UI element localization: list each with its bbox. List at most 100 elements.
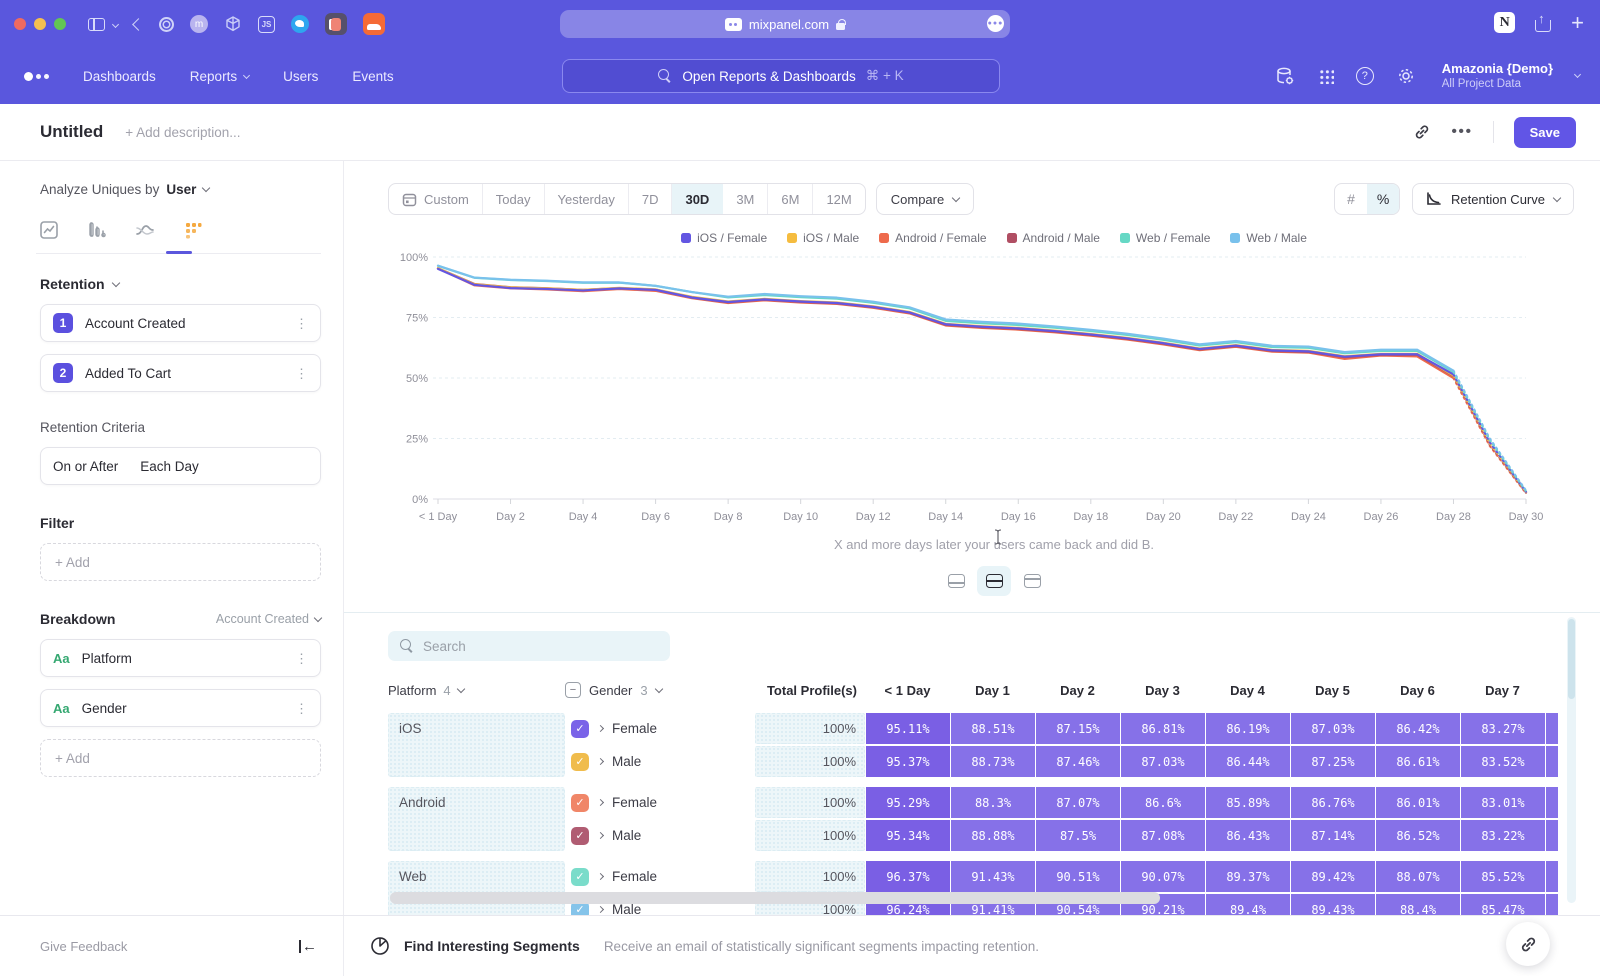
kebab-menu-icon[interactable]: ⋮ bbox=[295, 652, 308, 665]
nav-reports[interactable]: Reports bbox=[190, 69, 249, 84]
settings-gear-icon[interactable] bbox=[1396, 66, 1416, 86]
expand-chevron-icon[interactable] bbox=[597, 873, 604, 880]
platform-group-cell[interactable]: Android bbox=[388, 787, 565, 851]
legend-item[interactable]: iOS / Female bbox=[681, 231, 767, 245]
zoom-window-button[interactable] bbox=[54, 18, 66, 30]
retention-value-cell[interactable]: 86.19% bbox=[1206, 713, 1290, 744]
back-icon[interactable] bbox=[132, 18, 145, 31]
retention-value-cell[interactable]: 83.52% bbox=[1461, 746, 1545, 777]
criteria-mode[interactable]: On or After bbox=[53, 459, 118, 474]
find-segments-button[interactable]: Find Interesting Segments bbox=[404, 938, 580, 954]
count-toggle[interactable]: # bbox=[1335, 184, 1367, 214]
retention-value-cell[interactable]: 88.73% bbox=[951, 746, 1035, 777]
apps-grid-icon[interactable] bbox=[1318, 68, 1334, 84]
extension-icon-ring[interactable] bbox=[159, 17, 174, 32]
filter-add-button[interactable]: + Add bbox=[40, 543, 321, 581]
retention-value-cell[interactable]: 89.4% bbox=[1206, 894, 1290, 915]
retention-value-cell[interactable]: 88.4% bbox=[1376, 894, 1460, 915]
col-day-label[interactable]: < 1 Day bbox=[865, 683, 950, 698]
retention-value-cell[interactable]: 86.81% bbox=[1121, 713, 1205, 744]
new-tab-icon[interactable]: + bbox=[1571, 14, 1584, 32]
copy-link-icon[interactable] bbox=[1413, 123, 1431, 141]
retention-value-cell[interactable]: 96.37% bbox=[866, 861, 950, 892]
url-bar[interactable]: mixpanel.com ●●● bbox=[560, 10, 1010, 38]
nav-users[interactable]: Users bbox=[283, 69, 318, 84]
layout-table-only-button[interactable] bbox=[1015, 566, 1049, 596]
range-custom[interactable]: Custom bbox=[389, 184, 483, 214]
retention-value-cell[interactable]: 86.6% bbox=[1121, 787, 1205, 818]
legend-item[interactable]: Android / Female bbox=[879, 231, 986, 245]
retention-value-cell[interactable]: 88.51% bbox=[951, 713, 1035, 744]
retention-value-cell[interactable]: 95.11% bbox=[866, 713, 950, 744]
range-today[interactable]: Today bbox=[483, 184, 545, 214]
range-3m[interactable]: 3M bbox=[723, 184, 768, 214]
breakdown-add-button[interactable]: + Add bbox=[40, 739, 321, 777]
expand-chevron-icon[interactable] bbox=[597, 725, 604, 732]
extension-icon-soundcloud[interactable] bbox=[363, 13, 385, 35]
retention-value-cell[interactable]: 87.46% bbox=[1036, 746, 1120, 777]
retention-value-cell[interactable]: 86.76% bbox=[1291, 787, 1375, 818]
tab-funnels-icon[interactable] bbox=[84, 219, 110, 241]
description-placeholder[interactable]: + Add description... bbox=[125, 125, 1413, 140]
retention-value-cell[interactable]: 85.47% bbox=[1461, 894, 1545, 915]
give-feedback-link[interactable]: Give Feedback bbox=[40, 939, 127, 954]
retention-value-cell[interactable]: 87.03% bbox=[1121, 746, 1205, 777]
col-day-label[interactable]: Day 6 bbox=[1375, 683, 1460, 698]
retention-value-cell[interactable]: 89.43% bbox=[1291, 894, 1375, 915]
series-checkbox[interactable]: ✓ bbox=[571, 827, 589, 845]
retention-value-cell[interactable]: 88.3% bbox=[951, 787, 1035, 818]
expand-chevron-icon[interactable] bbox=[597, 906, 604, 913]
retention-value-cell[interactable]: 88.88% bbox=[951, 820, 1035, 851]
col-day-label[interactable]: Day 1 bbox=[950, 683, 1035, 698]
platform-group-cell[interactable]: iOS bbox=[388, 713, 565, 777]
breakdown-gender[interactable]: Aa Gender ⋮ bbox=[40, 689, 321, 727]
retention-value-cell[interactable]: 87.15% bbox=[1036, 713, 1120, 744]
col-day-label[interactable]: Day 7 bbox=[1460, 683, 1545, 698]
minimize-window-button[interactable] bbox=[34, 18, 46, 30]
retention-value-cell[interactable]: 87.08% bbox=[1121, 820, 1205, 851]
tab-insights-icon[interactable] bbox=[36, 219, 62, 241]
retention-value-cell[interactable]: 85.89% bbox=[1206, 787, 1290, 818]
extension-icon-bird[interactable] bbox=[291, 15, 309, 33]
range-30d[interactable]: 30D bbox=[672, 184, 723, 214]
kebab-menu-icon[interactable]: ⋮ bbox=[295, 317, 308, 330]
series-checkbox[interactable]: ✓ bbox=[571, 720, 589, 738]
retention-criteria-control[interactable]: On or After Each Day bbox=[40, 447, 321, 485]
retention-value-cell[interactable]: 87.07% bbox=[1036, 787, 1120, 818]
retention-value-cell[interactable]: 87.03% bbox=[1291, 713, 1375, 744]
kebab-menu-icon[interactable]: ⋮ bbox=[295, 367, 308, 380]
percent-toggle[interactable]: % bbox=[1367, 184, 1399, 214]
retention-value-cell[interactable]: 86.52% bbox=[1376, 820, 1460, 851]
url-options-icon[interactable]: ●●● bbox=[987, 15, 1004, 32]
extension-icon-cube[interactable] bbox=[224, 15, 242, 33]
retention-value-cell[interactable]: 83.27% bbox=[1461, 713, 1545, 744]
global-search-button[interactable]: Open Reports & Dashboards ⌘ + K bbox=[562, 59, 1000, 93]
range-7d[interactable]: 7D bbox=[629, 184, 673, 214]
col-total-label[interactable]: Total Profile(s) bbox=[755, 683, 865, 698]
retention-value-cell[interactable]: 88.07% bbox=[1376, 861, 1460, 892]
analyze-value-dropdown[interactable]: User bbox=[166, 182, 196, 197]
retention-value-cell[interactable]: 89.42% bbox=[1291, 861, 1375, 892]
col-day-label[interactable]: Day 5 bbox=[1290, 683, 1375, 698]
retention-value-cell[interactable]: 95.29% bbox=[866, 787, 950, 818]
retention-step-1[interactable]: 1 Account Created ⋮ bbox=[40, 304, 321, 342]
layout-split-button[interactable] bbox=[977, 566, 1011, 596]
expand-chevron-icon[interactable] bbox=[597, 799, 604, 806]
retention-value-cell[interactable]: 83.22% bbox=[1461, 820, 1545, 851]
retention-value-cell[interactable]: 83.01% bbox=[1461, 787, 1545, 818]
retention-value-cell[interactable]: 87.14% bbox=[1291, 820, 1375, 851]
extension-icon-m[interactable]: m bbox=[190, 15, 208, 33]
close-window-button[interactable] bbox=[14, 18, 26, 30]
expand-chevron-icon[interactable] bbox=[597, 758, 604, 765]
range-yesterday[interactable]: Yesterday bbox=[545, 184, 629, 214]
extension-icon-pocket[interactable] bbox=[325, 13, 347, 35]
series-checkbox[interactable]: ✓ bbox=[571, 794, 589, 812]
compare-button[interactable]: Compare bbox=[876, 183, 974, 215]
retention-value-cell[interactable]: 87.25% bbox=[1291, 746, 1375, 777]
retention-value-cell[interactable]: 87.5% bbox=[1036, 820, 1120, 851]
retention-value-cell[interactable]: 90.51% bbox=[1036, 861, 1120, 892]
range-6m[interactable]: 6M bbox=[768, 184, 813, 214]
table-search-input[interactable]: Search bbox=[388, 631, 670, 661]
retention-value-cell[interactable]: 91.43% bbox=[951, 861, 1035, 892]
breakdown-platform[interactable]: Aa Platform ⋮ bbox=[40, 639, 321, 677]
